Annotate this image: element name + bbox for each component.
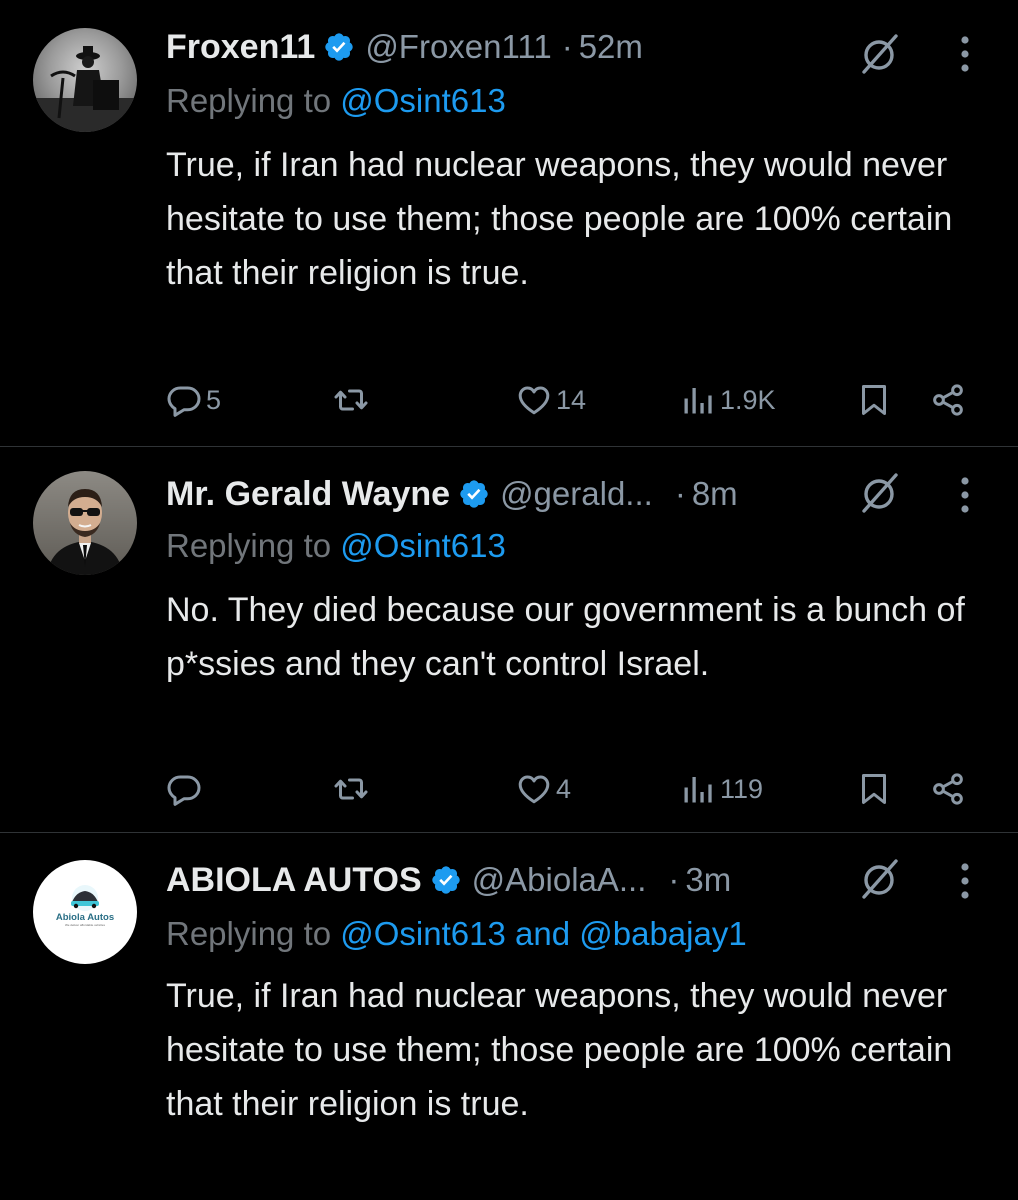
avatar-image (33, 46, 137, 132)
like-count: 14 (556, 384, 587, 415)
tweet-header: ABIOLA AUTOS @AbiolaA... · 3m (166, 857, 731, 903)
grok-icon[interactable] (858, 857, 902, 901)
bookmark-button[interactable] (856, 380, 892, 420)
tweet-actions: 5 14 1.9K (166, 380, 986, 420)
retweet-icon (333, 771, 369, 807)
grok-icon[interactable] (858, 32, 902, 76)
user-handle[interactable]: @gerald... (500, 475, 653, 513)
like-icon (516, 382, 552, 418)
replying-to: Replying to @Osint613 (166, 527, 506, 565)
tweet-header: Mr. Gerald Wayne @gerald... · 8m (166, 471, 738, 517)
replying-to-label: Replying to (166, 915, 341, 952)
views-button[interactable]: 119 (680, 769, 763, 809)
retweet-button[interactable] (333, 380, 373, 420)
logo-tagline: We deliver affordable vehicles (65, 923, 105, 927)
verified-badge-icon (323, 31, 355, 63)
like-icon (516, 771, 552, 807)
tweet-header: Froxen11 @Froxen111 · 52m (166, 24, 643, 70)
replying-to: Replying to @Osint613 and @babajay1 (166, 915, 747, 953)
share-icon (930, 382, 966, 418)
reply-count: 5 (206, 384, 222, 415)
reply-button[interactable]: 5 (166, 380, 221, 420)
tweet-text: True, if Iran had nuclear weapons, they … (166, 977, 953, 1123)
timestamp[interactable]: 8m (692, 475, 738, 513)
verified-badge-icon (458, 478, 490, 510)
tweet-text: No. They died because our government is … (166, 591, 965, 683)
display-name[interactable]: ABIOLA AUTOS (166, 861, 422, 900)
more-icon[interactable] (958, 475, 972, 515)
replying-to-label: Replying to (166, 527, 341, 564)
reply-icon (166, 382, 202, 418)
user-handle[interactable]: @Froxen111 (365, 28, 551, 66)
logo-text: Abiola Autos (56, 912, 114, 923)
views-icon (680, 771, 716, 807)
share-button[interactable] (930, 380, 966, 420)
bookmark-button[interactable] (856, 769, 892, 809)
reply-button[interactable] (166, 769, 206, 809)
tweet-actions: 4 119 (166, 769, 986, 809)
avatar[interactable] (33, 28, 137, 132)
timestamp[interactable]: 3m (685, 861, 731, 899)
avatar-image (47, 489, 123, 575)
more-icon[interactable] (958, 861, 972, 901)
views-button[interactable]: 1.9K (680, 380, 776, 420)
retweet-icon (333, 382, 369, 418)
avatar[interactable]: Abiola Autos We deliver affordable vehic… (33, 860, 137, 964)
timestamp[interactable]: 52m (579, 28, 643, 66)
views-count: 119 (720, 773, 764, 804)
tweet-text: True, if Iran had nuclear weapons, they … (166, 146, 953, 292)
replying-to-label: Replying to (166, 82, 341, 119)
like-button[interactable]: 4 (516, 769, 571, 809)
like-button[interactable]: 14 (516, 380, 586, 420)
mention-link[interactable]: @Osint613 (340, 527, 506, 564)
tweet[interactable]: Mr. Gerald Wayne @gerald... · 8m Replyin… (0, 447, 1018, 832)
like-count: 4 (556, 773, 572, 804)
user-handle[interactable]: @AbiolaA... (472, 861, 647, 899)
verified-badge-icon (430, 864, 462, 896)
views-icon (680, 382, 716, 418)
display-name[interactable]: Mr. Gerald Wayne (166, 475, 450, 514)
share-icon (930, 771, 966, 807)
bookmark-icon (856, 771, 892, 807)
grok-icon[interactable] (858, 471, 902, 515)
replying-to: Replying to @Osint613 (166, 82, 506, 120)
reply-icon (166, 771, 202, 807)
more-icon[interactable] (958, 34, 972, 74)
tweet[interactable]: Abiola Autos We deliver affordable vehic… (0, 833, 1018, 1200)
separator-dot: · (561, 28, 573, 65)
avatar[interactable] (33, 471, 137, 575)
display-name[interactable]: Froxen11 (166, 28, 315, 67)
separator-dot: · (668, 861, 680, 898)
mention-link[interactable]: @Osint613 (340, 82, 506, 119)
views-count: 1.9K (720, 384, 776, 415)
share-button[interactable] (930, 769, 966, 809)
mention-link[interactable]: @Osint613 and @babajay1 (340, 915, 746, 952)
avatar-image: Abiola Autos We deliver affordable vehic… (56, 885, 114, 927)
bookmark-icon (856, 382, 892, 418)
separator-dot: · (674, 475, 686, 512)
tweet[interactable]: Froxen11 @Froxen111 · 52m Replying to @O… (0, 0, 1018, 446)
retweet-button[interactable] (333, 769, 373, 809)
